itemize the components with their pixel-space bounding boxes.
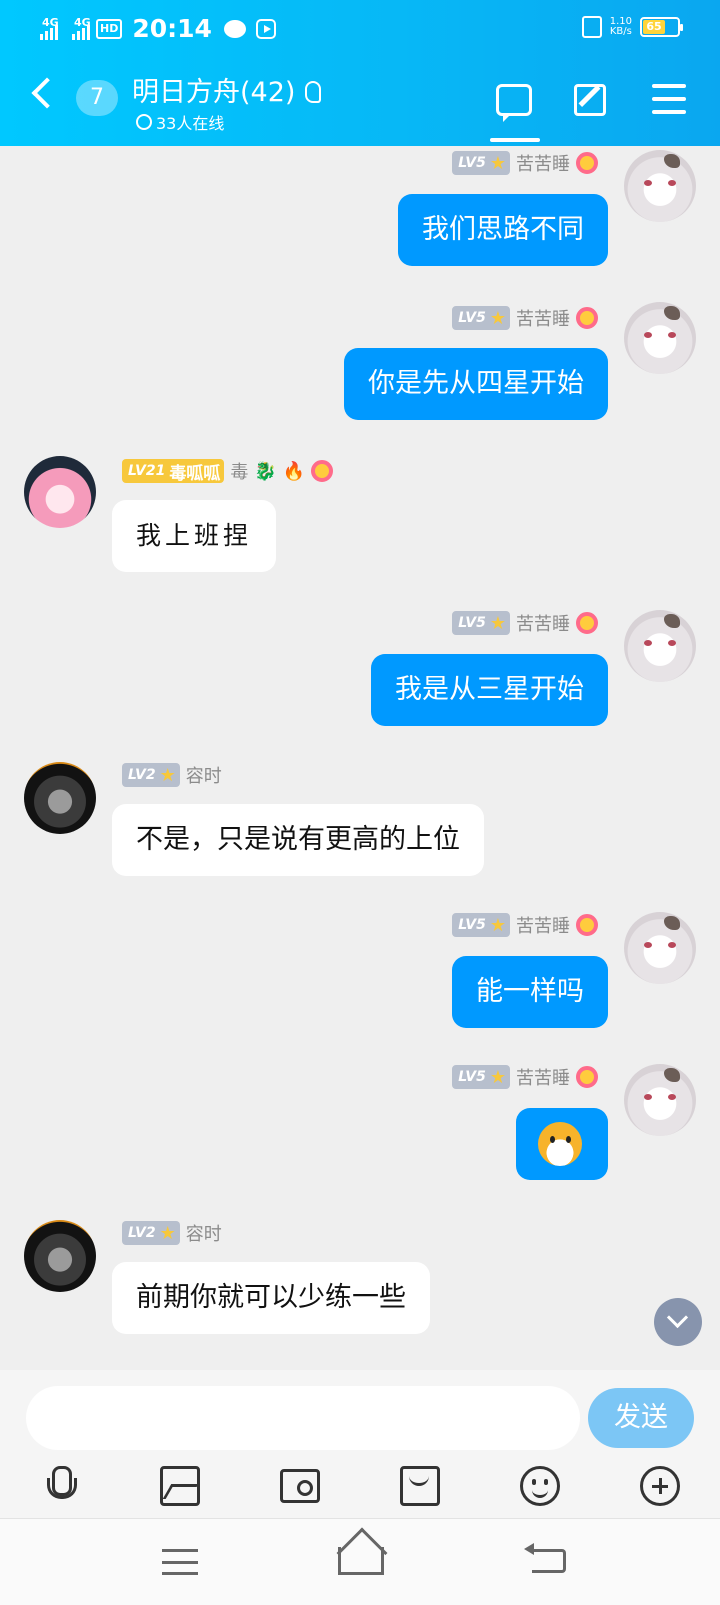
sender-name[interactable]: 苦苦睡 <box>516 610 570 636</box>
sender-meta: LV2 ★ 容时 <box>122 762 222 788</box>
back-icon[interactable] <box>31 77 63 109</box>
check-circle-icon <box>136 114 152 130</box>
message-bubble[interactable]: 不是，只是说有更高的上位 <box>112 804 484 876</box>
avatar[interactable] <box>24 456 96 528</box>
chat-icon[interactable] <box>496 84 532 122</box>
chat-nav: 7 明日方舟(42) 33人在线 <box>0 56 720 146</box>
sender-name[interactable]: 容时 <box>186 1220 222 1246</box>
flower-badge-icon <box>576 1066 598 1088</box>
message-bubble[interactable]: 我上班捏 <box>112 500 277 572</box>
emoji-icon[interactable] <box>520 1466 560 1506</box>
clock: 20:14 <box>132 14 212 43</box>
level-badge: LV5 ★ <box>452 306 510 330</box>
home-icon[interactable] <box>338 1547 384 1575</box>
sender-name[interactable]: 苦苦睡 <box>516 912 570 938</box>
system-nav-bar <box>0 1518 720 1605</box>
flower-badge-icon <box>311 460 334 482</box>
status-bar: 4G 4G HD 20:14 1.10 KB/s 65 <box>0 0 720 56</box>
camera-icon[interactable] <box>280 1469 320 1503</box>
sender-meta: LV5 ★ 苦苦睡 <box>452 1064 598 1090</box>
message-bubble[interactable]: 我们思路不同 <box>398 194 608 266</box>
sender-meta: LV5 ★ 苦苦睡 <box>452 305 598 331</box>
network-speed: 1.10 KB/s <box>609 16 632 37</box>
level-badge: LV5 ★ <box>452 913 510 937</box>
level-badge: LV21★毒呱呱 <box>122 459 225 484</box>
avatar[interactable] <box>24 1220 96 1292</box>
sender-name[interactable]: 苦苦睡 <box>516 150 570 176</box>
back-nav-icon[interactable] <box>524 1543 566 1573</box>
sender-meta: LV5 ★ 苦苦睡 <box>452 150 598 176</box>
cellular-signal-icon: 4G <box>40 16 59 40</box>
star-icon: ★ <box>489 1066 506 1088</box>
flower-badge-icon <box>576 914 598 936</box>
group-title-text: 明日方舟(42) <box>132 77 296 108</box>
sender-name[interactable]: 毒 <box>230 458 248 484</box>
avatar[interactable] <box>624 150 696 222</box>
sender-name[interactable]: 苦苦睡 <box>516 305 570 331</box>
sender-meta: LV21★毒呱呱 毒 🐉 🔥 <box>122 458 334 484</box>
avatar[interactable] <box>624 610 696 682</box>
battery-level: 65 <box>643 20 666 34</box>
sender-meta: LV2 ★ 容时 <box>122 1220 222 1246</box>
online-text: 33人在线 <box>156 114 225 133</box>
fire-icon: 🔥 <box>282 460 306 482</box>
level-badge: LV5 ★ <box>452 1065 510 1089</box>
level-badge: LV2 ★ <box>122 1221 180 1245</box>
scroll-to-bottom-button[interactable] <box>654 1298 702 1346</box>
send-button[interactable]: 发送 <box>588 1388 694 1448</box>
menu-icon[interactable] <box>652 84 686 114</box>
active-tab-indicator <box>490 138 540 142</box>
composer: 发送 <box>0 1370 720 1518</box>
star-icon: ★ <box>159 764 176 786</box>
message-bubble[interactable]: 能一样吗 <box>452 956 608 1028</box>
message-bubble[interactable]: 前期你就可以少练一些 <box>112 1262 430 1334</box>
message-bubble[interactable]: 你是先从四星开始 <box>344 348 608 420</box>
star-icon: ★ <box>159 1222 176 1244</box>
level-badge: LV5 ★ <box>452 151 510 175</box>
doge-face-icon <box>538 1122 582 1166</box>
message-bubble[interactable]: 我是从三星开始 <box>371 654 608 726</box>
avatar[interactable] <box>24 762 96 834</box>
avatar[interactable] <box>624 1064 696 1136</box>
star-icon: ★ <box>489 307 506 329</box>
composer-toolbar <box>0 1458 720 1518</box>
star-icon: ★ <box>489 914 506 936</box>
image-icon[interactable] <box>160 1466 200 1506</box>
cellular-signal-icon-2: 4G <box>72 16 91 40</box>
flower-badge-icon <box>576 152 598 174</box>
group-title[interactable]: 明日方舟(42) <box>132 70 322 109</box>
star-icon: ★ <box>489 152 506 174</box>
vibrate-icon <box>581 16 602 38</box>
sender-name[interactable]: 苦苦睡 <box>516 1064 570 1090</box>
battery-icon: 65 <box>640 17 683 37</box>
ear-icon[interactable] <box>305 81 322 103</box>
level-badge: LV5 ★ <box>452 611 510 635</box>
online-count: 33人在线 <box>136 110 224 134</box>
header-bar: 4G 4G HD 20:14 1.10 KB/s 65 7 明日方舟(42) 3… <box>0 0 720 146</box>
avatar[interactable] <box>624 302 696 374</box>
microphone-icon[interactable] <box>40 1466 80 1506</box>
wechat-icon <box>223 19 246 38</box>
message-input[interactable] <box>26 1386 580 1450</box>
emoji-message-bubble[interactable] <box>516 1108 608 1180</box>
unread-count-badge[interactable]: 7 <box>76 80 118 116</box>
plus-icon[interactable] <box>640 1466 680 1506</box>
video-icon <box>255 18 276 39</box>
dragon-icon: 🐉 <box>254 460 277 482</box>
flower-badge-icon <box>576 307 598 329</box>
edit-icon[interactable] <box>574 84 606 116</box>
flower-badge-icon <box>576 612 598 634</box>
avatar[interactable] <box>624 912 696 984</box>
recent-apps-icon[interactable] <box>162 1549 198 1575</box>
level-badge: LV2 ★ <box>122 763 180 787</box>
sender-name[interactable]: 容时 <box>186 762 222 788</box>
sender-meta: LV5 ★ 苦苦睡 <box>452 610 598 636</box>
hd-voice-icon: HD <box>96 18 123 39</box>
red-packet-icon[interactable] <box>400 1466 440 1506</box>
sender-meta: LV5 ★ 苦苦睡 <box>452 912 598 938</box>
star-icon: ★ <box>489 612 506 634</box>
member-title: 毒呱呱 <box>169 463 221 484</box>
